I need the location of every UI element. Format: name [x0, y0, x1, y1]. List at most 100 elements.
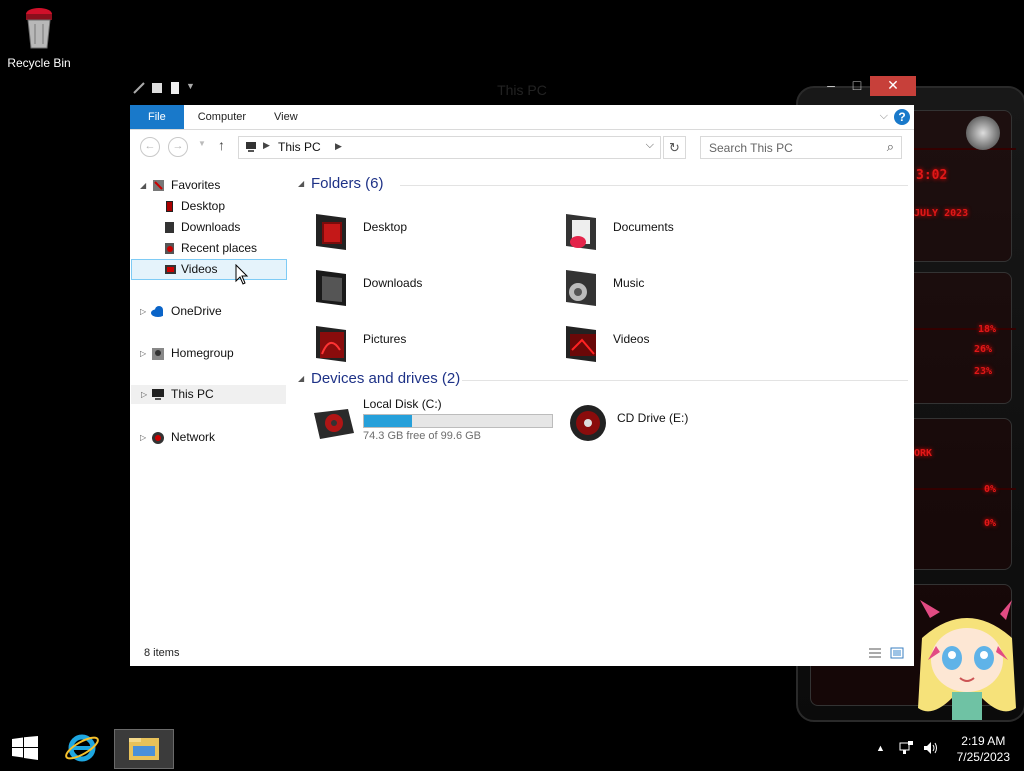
show-hidden-icons-icon[interactable]: ▲ — [876, 743, 885, 753]
group-divider — [462, 380, 908, 381]
nav-desktop[interactable]: Desktop — [130, 196, 286, 217]
help-icon[interactable]: ? — [894, 109, 910, 125]
folder-pictures-label: Pictures — [363, 332, 407, 346]
collapse-icon[interactable]: ◢ — [298, 179, 304, 188]
search-box[interactable]: Search This PC ⌕ — [700, 136, 902, 159]
downloads-folder-icon — [316, 270, 346, 306]
tab-computer[interactable]: Computer — [184, 105, 260, 129]
details-view-icon[interactable] — [868, 647, 882, 659]
taskbar: ▲ 2:19 AM 7/25/2023 — [0, 728, 1024, 769]
recycle-bin-desktop-icon[interactable]: Recycle Bin — [4, 6, 74, 70]
expand-ribbon-icon[interactable]: ⌵ — [880, 110, 888, 123]
expand-icon[interactable]: ▷ — [141, 385, 147, 404]
nav-videos-label: Videos — [181, 262, 218, 276]
windows-start-icon[interactable] — [12, 736, 38, 760]
network-status-icon[interactable] — [898, 740, 914, 756]
tab-file[interactable]: File — [130, 105, 184, 129]
recent-locations-icon[interactable]: ▼ — [198, 139, 206, 148]
maximize-button[interactable]: □ — [846, 76, 868, 96]
drive-cd-e[interactable]: CD Drive (E:) — [566, 397, 816, 447]
close-button[interactable]: ✕ — [870, 76, 916, 96]
network-icon — [152, 432, 164, 444]
folder-documents-label: Documents — [613, 220, 674, 234]
hard-drive-icon — [314, 409, 354, 439]
nav-onedrive[interactable]: ▷ OneDrive — [130, 301, 286, 322]
cloud-icon — [151, 306, 163, 317]
collapse-icon[interactable]: ◢ — [298, 374, 304, 383]
videos-icon — [165, 265, 176, 274]
address-separator-icon[interactable]: ▶ — [335, 141, 342, 152]
pictures-folder-icon — [316, 326, 346, 362]
this-pc-icon — [246, 142, 256, 152]
refresh-button[interactable]: ↻ — [663, 136, 686, 159]
nav-favorites[interactable]: ◢ Favorites — [130, 175, 286, 196]
internet-explorer-icon[interactable] — [60, 731, 104, 765]
drive-c-free-space: 74.3 GB free of 99.6 GB — [363, 430, 482, 442]
explorer-window: File Computer View ⌵ ? ← → ▼ ↑ ▶ This PC… — [130, 105, 914, 666]
nav-downloads[interactable]: Downloads — [130, 217, 286, 238]
window-title: This PC — [497, 82, 547, 98]
nav-this-pc-label: This PC — [171, 387, 214, 401]
clock[interactable]: 2:19 AM 7/25/2023 — [957, 733, 1010, 765]
file-explorer-taskbar-button[interactable] — [114, 729, 174, 769]
drive-usage-bar — [363, 414, 553, 428]
refresh-icon: ↻ — [669, 140, 680, 155]
forward-button[interactable]: → — [168, 137, 188, 157]
navigation-bar: ← → ▼ ↑ ▶ This PC ▶ ⌵ ↻ Search This PC ⌕ — [130, 133, 914, 161]
nav-network-label: Network — [171, 430, 216, 444]
status-bar: 8 items — [130, 642, 914, 666]
navigation-pane: ◢ Favorites Desktop Downloads Recent pla… — [130, 173, 288, 642]
videos-folder-icon — [566, 326, 596, 362]
expand-icon[interactable]: ▷ — [140, 427, 146, 448]
cd-drive-icon — [570, 405, 606, 441]
up-button[interactable]: ↑ — [218, 137, 225, 153]
star-icon — [153, 180, 164, 191]
folders-group-header[interactable]: ◢ Folders (6) — [298, 175, 908, 195]
mouse-cursor-icon — [235, 264, 249, 285]
large-icons-view-icon[interactable] — [890, 647, 904, 659]
drive-c-label: Local Disk (C:) — [363, 397, 442, 411]
minimize-button[interactable]: – — [820, 76, 842, 96]
search-icon: ⌕ — [886, 139, 894, 154]
nav-downloads-label: Downloads — [181, 220, 241, 234]
nav-homegroup[interactable]: ▷ Homegroup — [130, 343, 286, 364]
collapse-icon[interactable]: ◢ — [140, 175, 146, 196]
nav-videos[interactable]: Videos — [131, 259, 287, 280]
clock-date: 7/25/2023 — [956, 750, 1010, 764]
cartoon-character-sticker — [918, 600, 1016, 720]
homegroup-icon — [152, 348, 164, 360]
drive-local-disk-c[interactable]: Local Disk (C:) 74.3 GB free of 99.6 GB — [312, 397, 562, 447]
folder-desktop[interactable]: Desktop — [312, 206, 552, 254]
address-dropdown-icon[interactable]: ⌵ — [646, 139, 654, 152]
address-separator-icon: ▶ — [263, 140, 270, 150]
address-bar[interactable]: ▶ This PC ▶ ⌵ — [238, 136, 661, 159]
nav-onedrive-label: OneDrive — [171, 304, 222, 318]
expand-icon[interactable]: ▷ — [140, 343, 146, 364]
item-count: 8 items — [144, 647, 180, 659]
file-explorer-icon — [129, 738, 159, 760]
back-button[interactable]: ← — [140, 137, 160, 157]
folders-header: Folders (6) — [311, 175, 384, 192]
expand-icon[interactable]: ▷ — [140, 301, 146, 322]
breadcrumb-this-pc[interactable]: This PC — [278, 140, 321, 154]
volume-icon[interactable] — [922, 740, 938, 756]
nav-network[interactable]: ▷ Network — [130, 427, 286, 448]
recycle-bin-label: Recycle Bin — [7, 56, 71, 70]
nav-this-pc[interactable]: ▷ This PC — [131, 385, 286, 404]
folder-music[interactable]: Music — [562, 262, 802, 310]
nav-recent-places[interactable]: Recent places — [130, 238, 286, 259]
folder-downloads-label: Downloads — [363, 276, 423, 290]
tab-view[interactable]: View — [260, 105, 312, 129]
close-icon: ✕ — [887, 77, 899, 93]
folder-music-label: Music — [613, 276, 645, 290]
folder-downloads[interactable]: Downloads — [312, 262, 552, 310]
folder-pictures[interactable]: Pictures — [312, 318, 552, 366]
recycle-bin-icon — [22, 6, 56, 50]
music-folder-icon — [566, 270, 596, 306]
search-placeholder: Search This PC — [709, 141, 793, 155]
group-divider — [400, 185, 908, 186]
folder-documents[interactable]: Documents — [562, 206, 802, 254]
devices-group-header[interactable]: ◢ Devices and drives (2) — [298, 370, 908, 390]
window-titlebar[interactable]: ▼ This PC – □ ✕ — [130, 76, 916, 105]
folder-videos[interactable]: Videos — [562, 318, 802, 366]
